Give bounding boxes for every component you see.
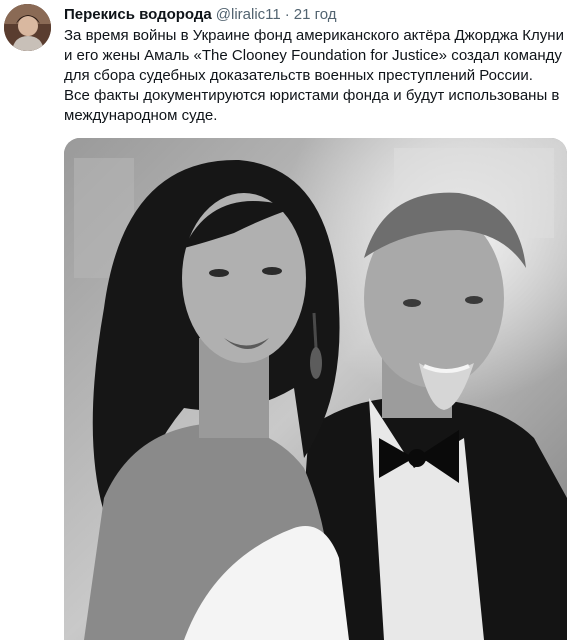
tweet-text: За время войны в Украине фонд американск… [64, 26, 569, 126]
author-handle[interactable]: @liralic11 [216, 5, 281, 25]
tweet-text-line: За время войны в Украине фонд американск… [64, 27, 564, 44]
author-avatar[interactable] [4, 4, 51, 51]
photo-image [64, 138, 567, 640]
header-separator: · [284, 6, 290, 23]
tweet: Перекись водорода @liralic11 · 21 год За… [0, 0, 571, 640]
author-name[interactable]: Перекись водорода [64, 5, 212, 25]
tweet-header: Перекись водорода @liralic11 · 21 год [64, 5, 337, 25]
tweet-timestamp[interactable]: 21 год [294, 5, 337, 25]
tweet-photo[interactable] [64, 138, 567, 640]
avatar-image [4, 4, 51, 51]
tweet-text-line: для сбора судебных доказательств военных… [64, 67, 533, 84]
tweet-text-line: и его жены Амаль «The Clooney Foundation… [64, 47, 562, 64]
tweet-text-line: международном суде. [64, 107, 218, 124]
tweet-text-line: Все факты документируются юристами фонда… [64, 87, 560, 104]
